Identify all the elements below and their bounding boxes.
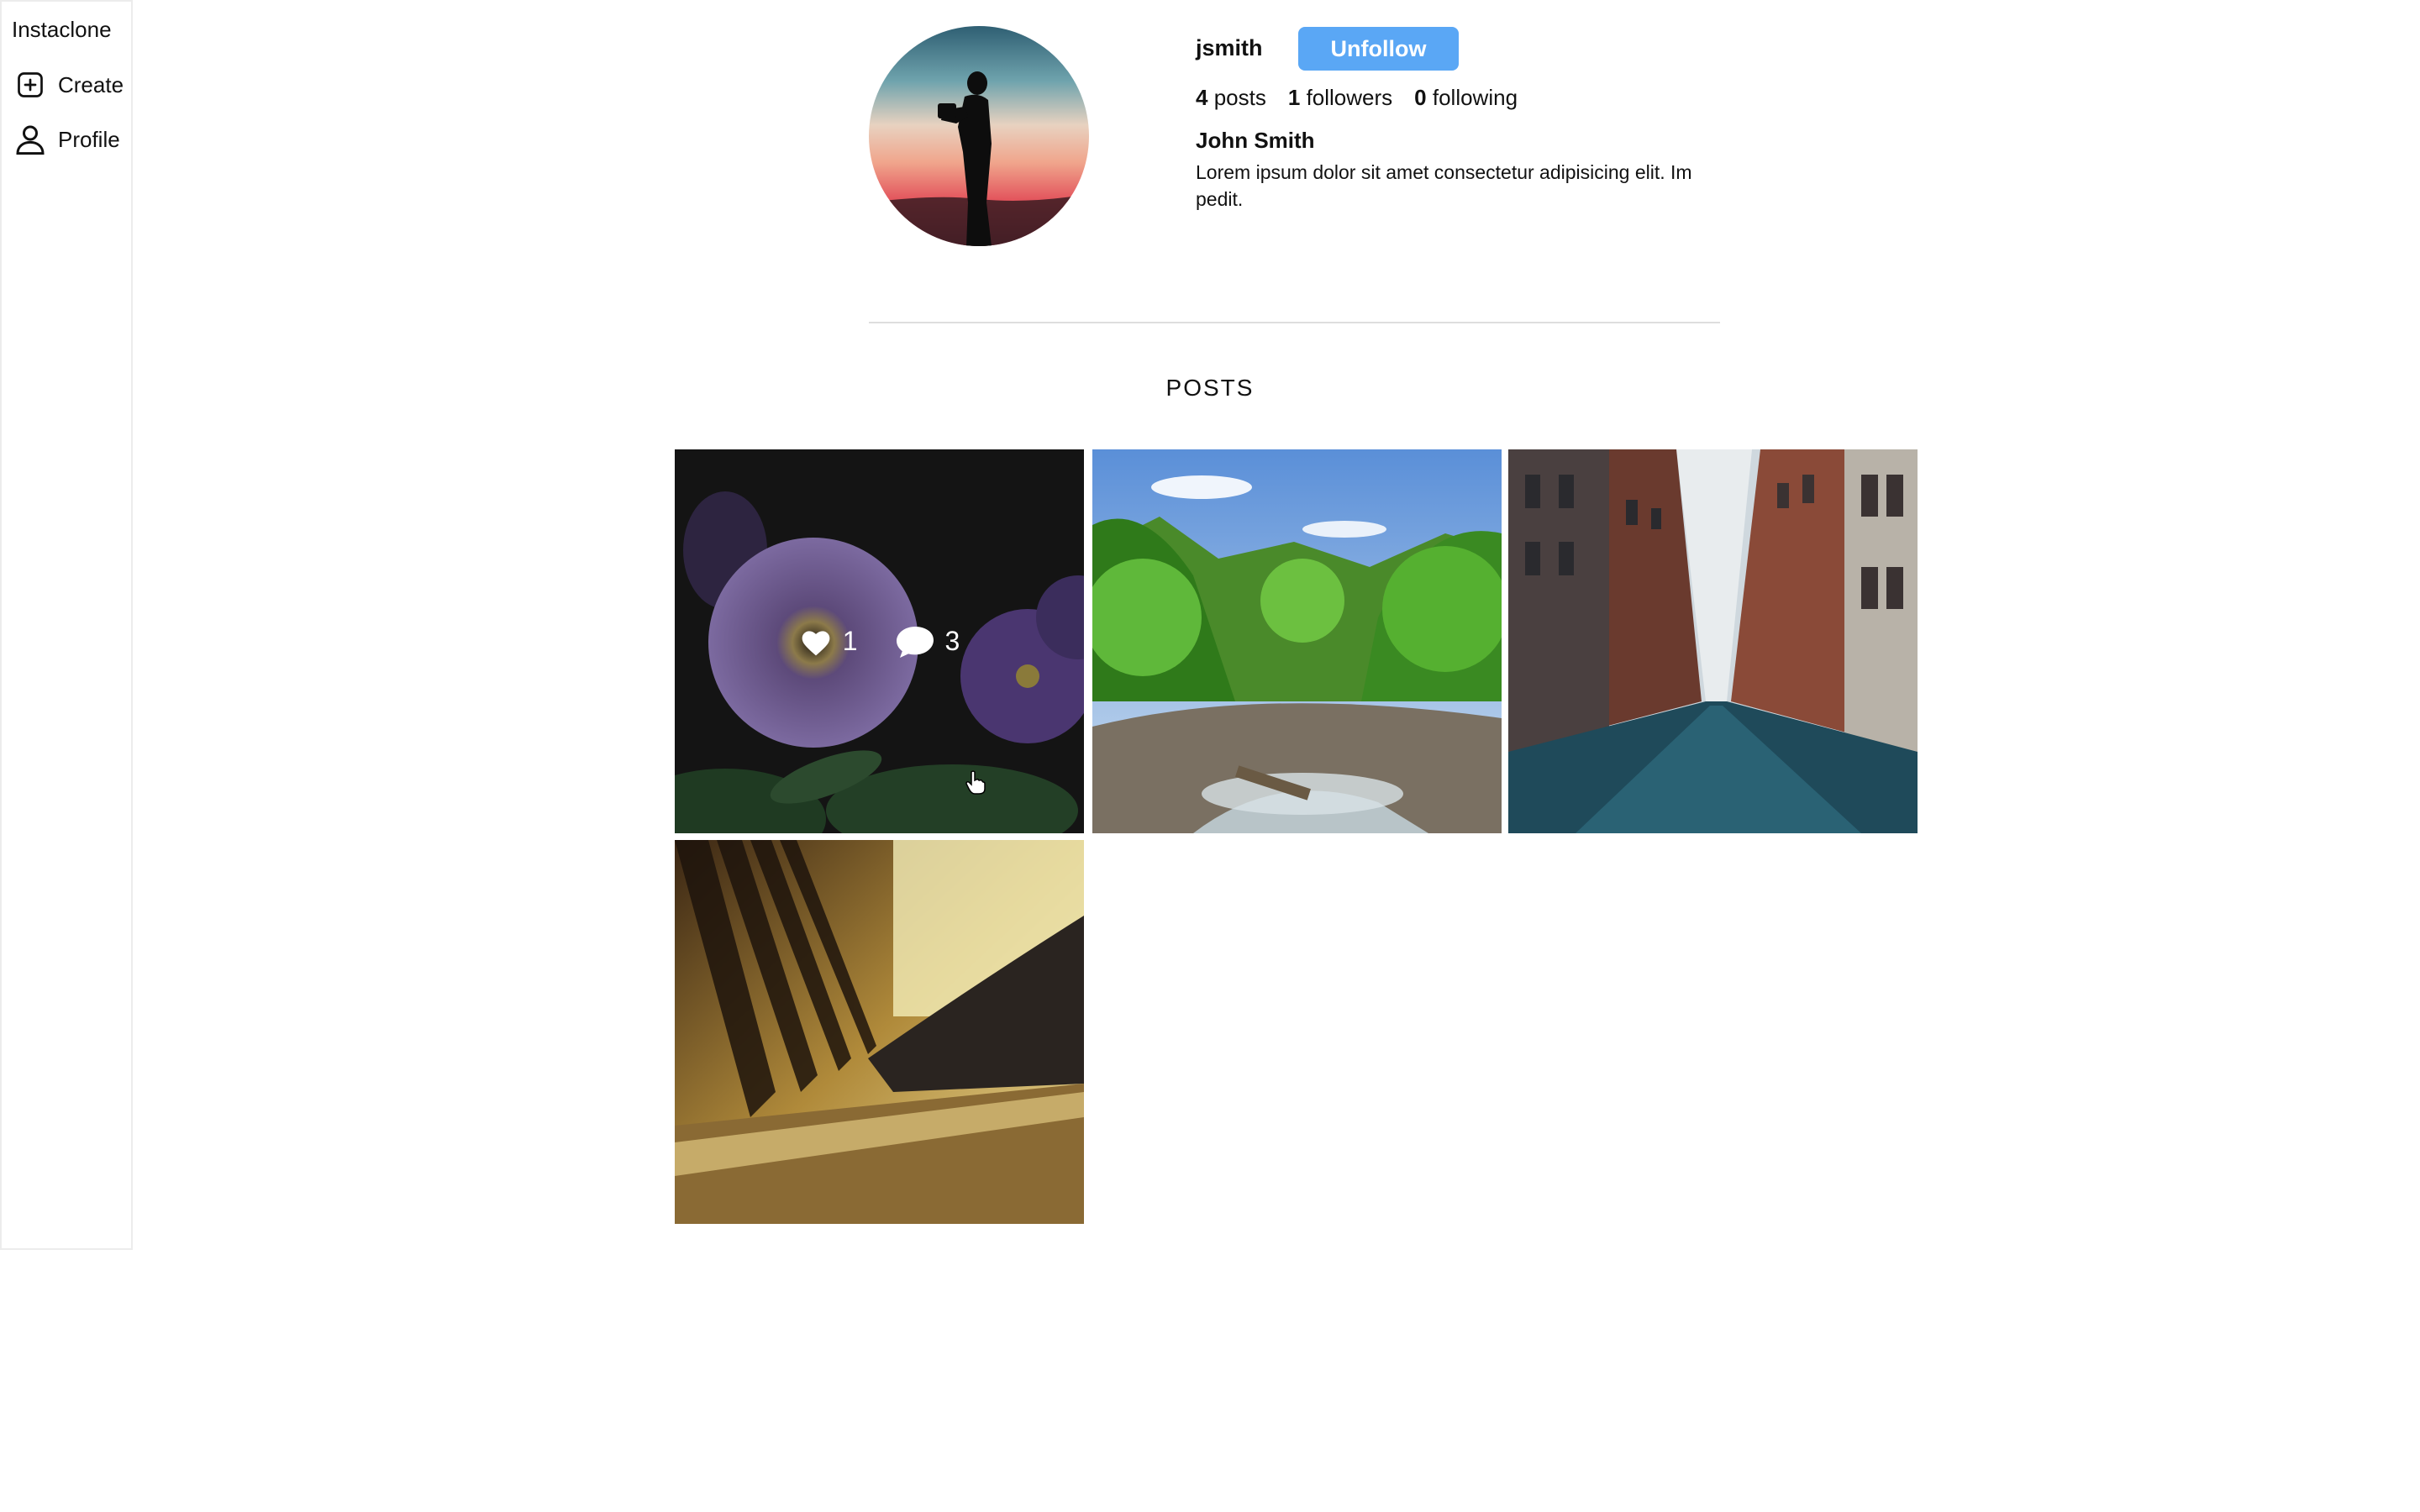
heart-icon [802, 630, 830, 655]
following-count: 0 [1414, 85, 1427, 110]
sidebar-item-profile[interactable]: Profile [13, 123, 120, 156]
post-tile[interactable] [1092, 449, 1502, 833]
posts-count: 4 [1196, 85, 1208, 110]
post-tile[interactable] [675, 840, 1084, 1224]
app-logo[interactable]: Instaclone [12, 17, 112, 43]
sidebar: Instaclone Create Profile [0, 0, 133, 1250]
profile-stats: 4 posts 1 followers 0 following [1196, 85, 1539, 111]
followers-stat[interactable]: 1 followers [1288, 85, 1392, 111]
plus-square-icon [13, 68, 47, 102]
posts-stat: 4 posts [1196, 85, 1266, 111]
divider [869, 322, 1720, 323]
post-hover-overlay: 1 3 [675, 449, 1084, 833]
followers-label: followers [1306, 85, 1393, 110]
profile-bio: Lorem ipsum dolor sit amet consectetur a… [1196, 161, 1692, 210]
sidebar-item-create[interactable]: Create [13, 68, 124, 102]
user-icon [13, 123, 47, 156]
post-tile[interactable] [1508, 449, 1918, 833]
followers-count: 1 [1287, 85, 1301, 110]
post-image [1508, 449, 1918, 833]
sidebar-item-label: Create [58, 71, 124, 97]
profile-username: jsmith [1196, 35, 1263, 60]
following-stat[interactable]: 0 following [1414, 85, 1518, 111]
following-label: following [1432, 85, 1518, 110]
sidebar-item-label: Profile [58, 126, 120, 152]
post-tile[interactable]: 1 3 [675, 449, 1084, 833]
likes-indicator: 1 [799, 626, 858, 657]
comments-indicator: 3 [895, 625, 960, 659]
posts-label: posts [1213, 85, 1266, 110]
avatar [869, 26, 1089, 246]
post-image [1092, 449, 1502, 833]
profile-full-name: John Smith [1196, 128, 1315, 153]
unfollow-button[interactable]: Unfollow [1298, 27, 1459, 71]
likes-count: 1 [842, 626, 858, 656]
posts-section-title: POSTS [1165, 375, 1255, 401]
comments-count: 3 [944, 626, 960, 656]
comment-icon [896, 626, 934, 658]
post-image [675, 840, 1084, 1224]
hand-cursor-icon [965, 770, 986, 795]
